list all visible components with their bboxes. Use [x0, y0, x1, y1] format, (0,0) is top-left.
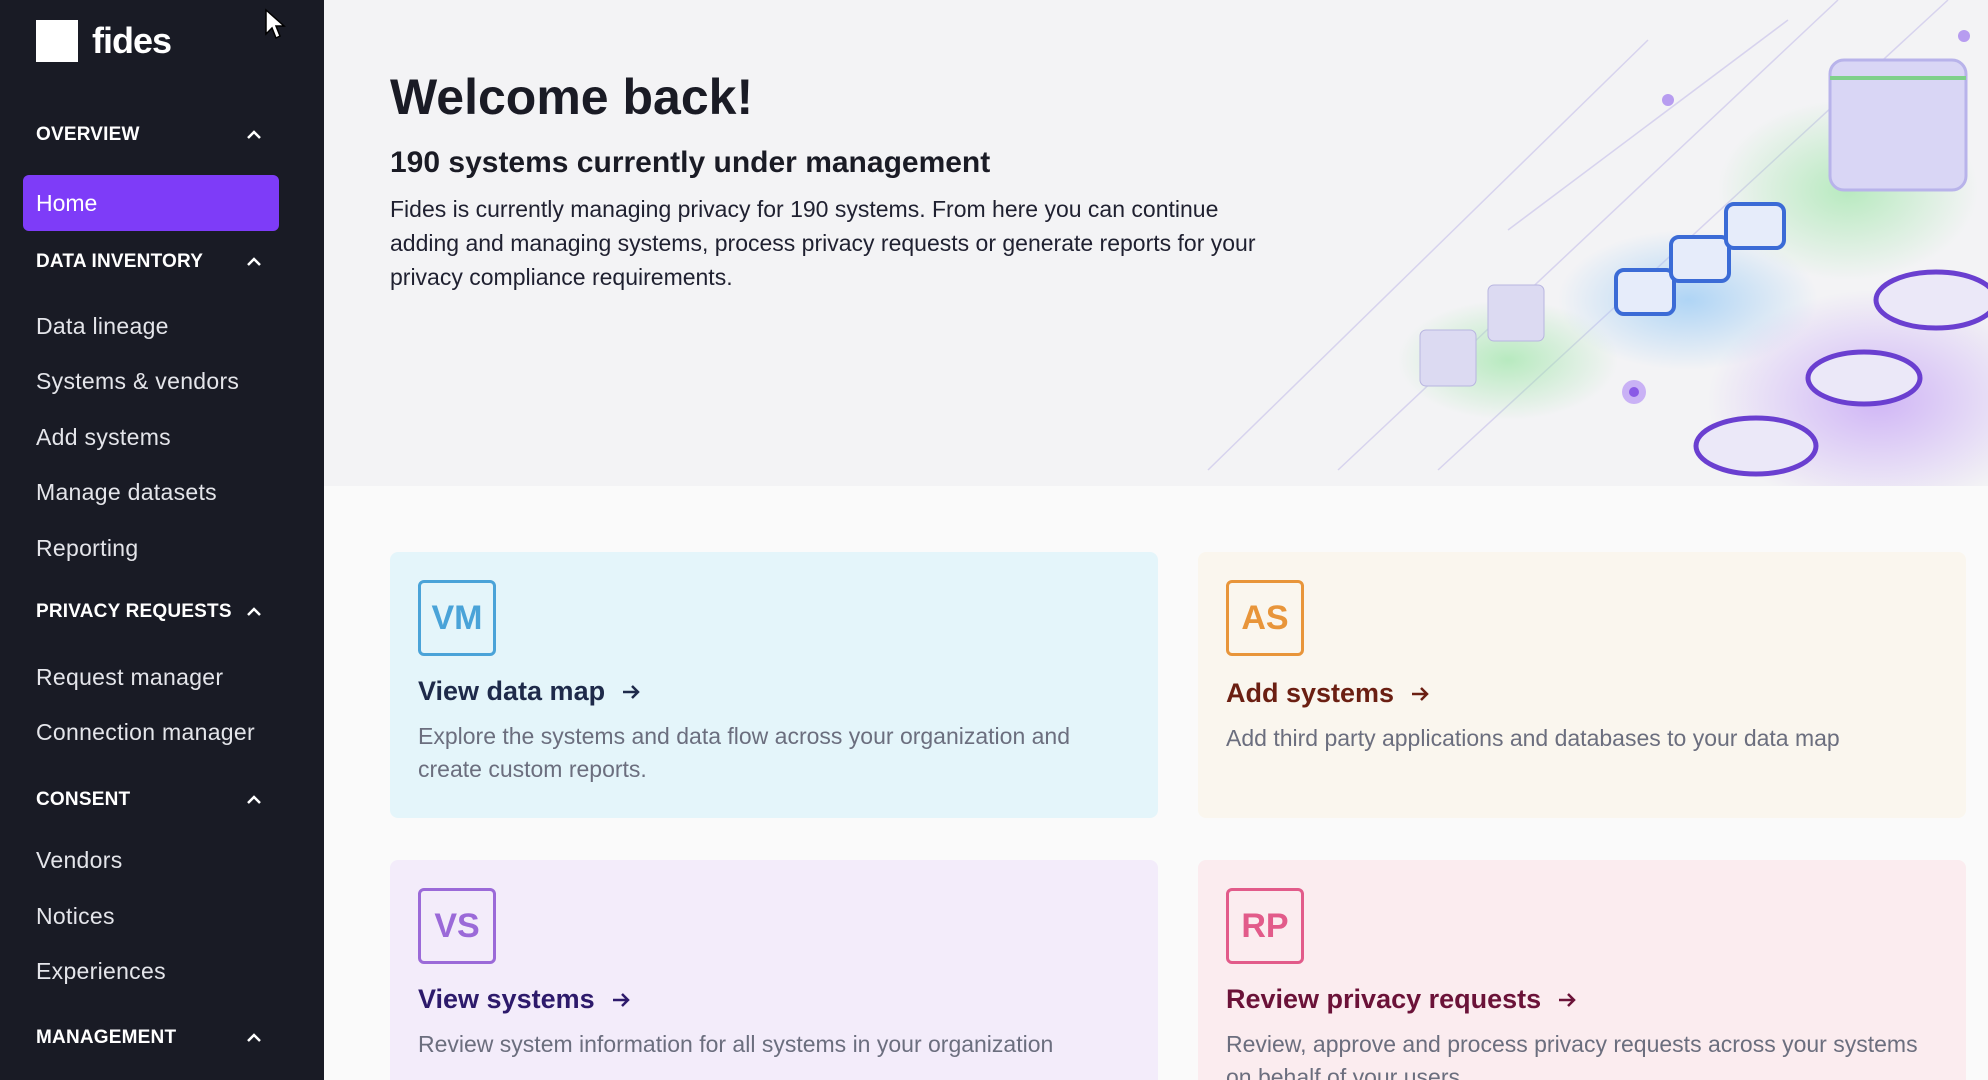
sidebar-item-reporting[interactable]: Reporting [36, 535, 138, 562]
chevron-up-icon [247, 1033, 261, 1042]
section-consent[interactable]: CONSENT [36, 789, 264, 811]
card-title-link[interactable]: Review privacy requests [1226, 984, 1579, 1015]
section-overview[interactable]: OVERVIEW [36, 124, 264, 146]
logo[interactable]: fides [36, 20, 172, 62]
hero-description: Fides is currently managing privacy for … [390, 196, 1256, 290]
sidebar-item-request-manager[interactable]: Request manager [36, 664, 223, 691]
page-title: Welcome back! [390, 69, 754, 125]
card-badge: RP [1226, 888, 1304, 964]
hero-banner: Welcome back! 190 systems currently unde… [324, 0, 1988, 486]
section-management[interactable]: MANAGEMENT [36, 1027, 264, 1049]
sidebar-item-add-systems[interactable]: Add systems [36, 424, 171, 451]
review-privacy-requests-card[interactable]: RP Review privacy requests Review, appro… [1198, 860, 1966, 1080]
systems-count-heading: 190 systems currently under management [390, 146, 991, 179]
card-title: Review privacy requests [1226, 984, 1542, 1014]
sidebar-item-experiences[interactable]: Experiences [36, 958, 166, 985]
sidebar-item-notices[interactable]: Notices [36, 903, 115, 930]
chevron-up-icon [247, 607, 261, 616]
sidebar-item-home[interactable]: Home [23, 175, 279, 231]
card-badge: AS [1226, 580, 1304, 656]
section-privacy-requests[interactable]: PRIVACY REQUESTS [36, 601, 264, 623]
card-description: Review system information for all system… [418, 1031, 1054, 1057]
card-title: Add systems [1226, 678, 1395, 708]
mouse-cursor-icon [265, 8, 286, 40]
section-label: MANAGEMENT [36, 1027, 177, 1048]
sidebar-item-manage-datasets[interactable]: Manage datasets [36, 479, 217, 506]
card-title-link[interactable]: View systems [418, 984, 633, 1015]
card-badge: VS [418, 888, 496, 964]
logo-mark [36, 20, 78, 62]
card-title-link[interactable]: View data map [418, 676, 643, 707]
section-label: OVERVIEW [36, 124, 140, 145]
add-systems-card[interactable]: AS Add systems Add third party applicati… [1198, 552, 1966, 818]
sidebar-item-connection-manager[interactable]: Connection manager [36, 719, 255, 746]
sidebar-item-systems-vendors[interactable]: Systems & vendors [36, 368, 239, 395]
card-description: Review, approve and process privacy requ… [1226, 1031, 1918, 1080]
card-title: View data map [418, 676, 606, 706]
view-data-map-card[interactable]: VM View data map Explore the systems and… [390, 552, 1158, 818]
sidebar-item-vendors[interactable]: Vendors [36, 847, 123, 874]
card-description: Add third party applications and databas… [1226, 725, 1840, 751]
chevron-up-icon [247, 130, 261, 139]
sidebar: fides OVERVIEW Home DATA INVENTORY Data … [0, 0, 324, 1080]
card-title-link[interactable]: Add systems [1226, 678, 1432, 709]
card-description: Explore the systems and data flow across… [418, 723, 1071, 782]
card-badge: VM [418, 580, 496, 656]
arrow-right-icon [1559, 992, 1576, 1007]
card-title: View systems [418, 984, 595, 1014]
section-data-inventory[interactable]: DATA INVENTORY [36, 251, 264, 273]
view-systems-card[interactable]: VS View systems Review system informatio… [390, 860, 1158, 1080]
logo-text: fides [92, 20, 172, 61]
arrow-right-icon [612, 992, 630, 1007]
arrow-right-icon [1412, 686, 1429, 701]
arrow-right-icon [623, 684, 640, 699]
chevron-up-icon [247, 795, 261, 804]
section-label: PRIVACY REQUESTS [36, 601, 232, 622]
sidebar-item-data-lineage[interactable]: Data lineage [36, 313, 169, 340]
section-label: DATA INVENTORY [36, 251, 204, 272]
chevron-up-icon [247, 257, 261, 266]
section-label: CONSENT [36, 789, 131, 810]
